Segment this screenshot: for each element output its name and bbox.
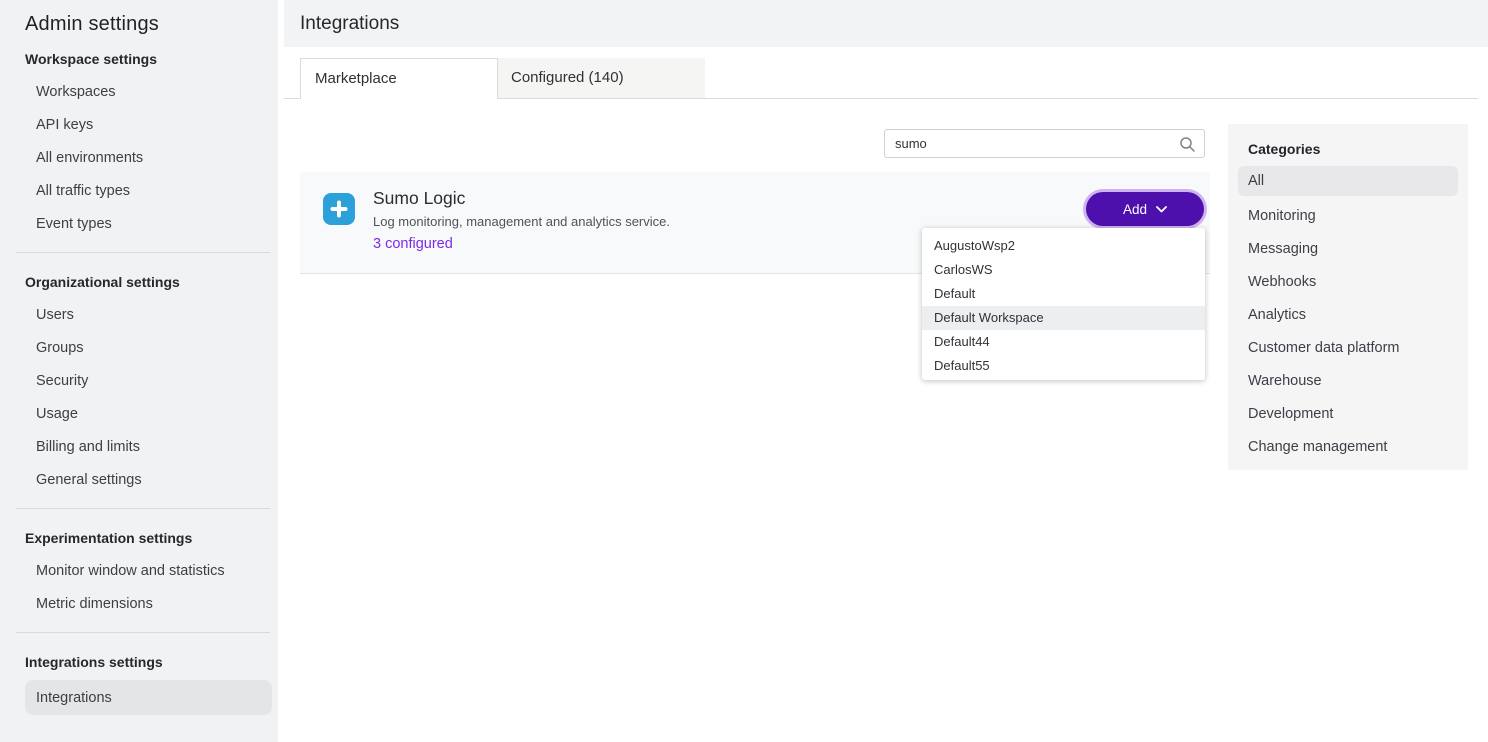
sidebar-item-all-traffic-types[interactable]: All traffic types xyxy=(0,174,278,207)
category-webhooks[interactable]: Webhooks xyxy=(1228,265,1468,298)
workspace-dropdown: AugustoWsp2 CarlosWS Default Default Wor… xyxy=(922,228,1205,380)
integration-description: Log monitoring, management and analytics… xyxy=(373,214,670,229)
add-button-label: Add xyxy=(1123,202,1147,217)
category-all[interactable]: All xyxy=(1238,166,1458,196)
section-header-organizational-settings: Organizational settings xyxy=(0,265,278,298)
page-header: Integrations xyxy=(284,0,1488,47)
chevron-down-icon xyxy=(1156,206,1167,213)
sumo-logic-logo xyxy=(323,193,355,225)
sidebar-item-monitor-window-and-statistics[interactable]: Monitor window and statistics xyxy=(0,554,278,587)
workspace-option-default[interactable]: Default xyxy=(922,282,1205,306)
category-customer-data-platform[interactable]: Customer data platform xyxy=(1228,331,1468,364)
workspace-option-carlosws[interactable]: CarlosWS xyxy=(922,258,1205,282)
sidebar-item-metric-dimensions[interactable]: Metric dimensions xyxy=(0,587,278,620)
categories-title: Categories xyxy=(1228,124,1468,157)
sidebar-item-usage[interactable]: Usage xyxy=(0,397,278,430)
plus-icon xyxy=(329,199,349,219)
sidebar-item-workspaces[interactable]: Workspaces xyxy=(0,75,278,108)
section-header-integrations-settings: Integrations settings xyxy=(0,645,278,678)
sidebar-item-security[interactable]: Security xyxy=(0,364,278,397)
page-title: Integrations xyxy=(284,0,1488,47)
sidebar-item-api-keys[interactable]: API keys xyxy=(0,108,278,141)
integration-name: Sumo Logic xyxy=(373,188,465,209)
category-analytics[interactable]: Analytics xyxy=(1228,298,1468,331)
configured-count-link[interactable]: 3 configured xyxy=(373,236,453,252)
section-header-experimentation-settings: Experimentation settings xyxy=(0,521,278,554)
sidebar-item-event-types[interactable]: Event types xyxy=(0,207,278,240)
search-input[interactable] xyxy=(885,130,1175,157)
search-icon xyxy=(1179,136,1196,153)
sidebar-title: Admin settings xyxy=(0,0,278,42)
tab-configured[interactable]: Configured (140) xyxy=(498,58,705,98)
workspace-option-default44[interactable]: Default44 xyxy=(922,330,1205,354)
integration-search xyxy=(884,129,1205,158)
workspace-option-default-workspace[interactable]: Default Workspace xyxy=(922,306,1205,330)
category-messaging[interactable]: Messaging xyxy=(1228,232,1468,265)
sidebar-divider xyxy=(16,508,270,509)
section-header-workspace-settings: Workspace settings xyxy=(0,42,278,75)
category-change-management[interactable]: Change management xyxy=(1228,430,1468,463)
sidebar-item-integrations[interactable]: Integrations xyxy=(25,680,272,715)
sidebar-item-groups[interactable]: Groups xyxy=(0,331,278,364)
sidebar-item-billing-and-limits[interactable]: Billing and limits xyxy=(0,430,278,463)
category-warehouse[interactable]: Warehouse xyxy=(1228,364,1468,397)
sidebar-divider xyxy=(16,632,270,633)
sidebar-item-all-environments[interactable]: All environments xyxy=(0,141,278,174)
admin-settings-sidebar: Admin settings Workspace settings Worksp… xyxy=(0,0,278,742)
sidebar-item-users[interactable]: Users xyxy=(0,298,278,331)
category-monitoring[interactable]: Monitoring xyxy=(1228,199,1468,232)
workspace-option-augustowsp2[interactable]: AugustoWsp2 xyxy=(922,234,1205,258)
workspace-option-default55[interactable]: Default55 xyxy=(922,354,1205,378)
category-development[interactable]: Development xyxy=(1228,397,1468,430)
sidebar-item-general-settings[interactable]: General settings xyxy=(0,463,278,496)
categories-panel: Categories All Monitoring Messaging Webh… xyxy=(1228,124,1468,470)
tab-marketplace[interactable]: Marketplace xyxy=(300,58,498,99)
add-button[interactable]: Add xyxy=(1086,192,1204,226)
sidebar-divider xyxy=(16,252,270,253)
